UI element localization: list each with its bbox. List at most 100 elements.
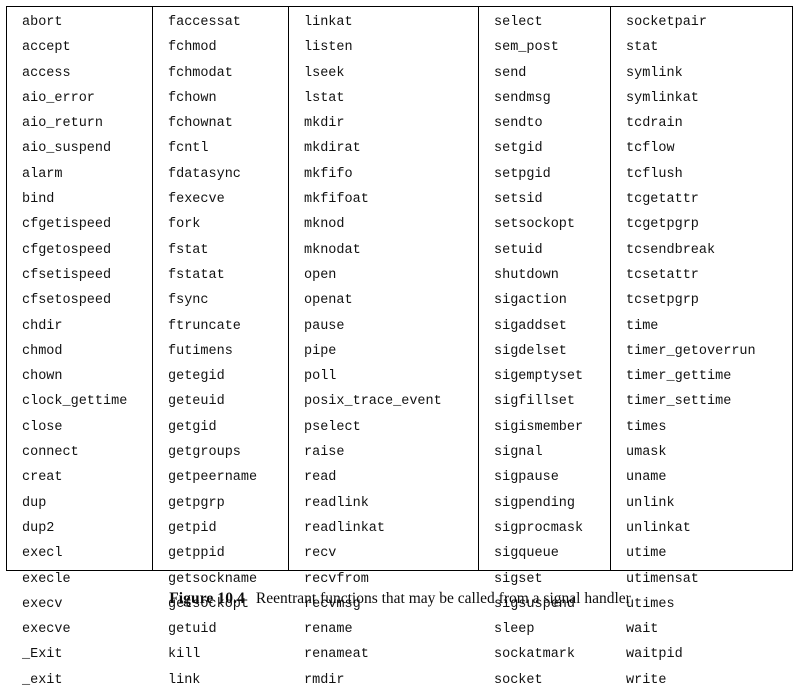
- function-name-cell: cfgetispeed: [22, 217, 112, 233]
- function-name-cell: fchown: [168, 90, 217, 106]
- function-name-cell: getppid: [168, 546, 225, 562]
- function-name-cell: signal: [494, 445, 543, 461]
- function-name-cell: openat: [304, 293, 353, 309]
- function-name-cell: lstat: [304, 90, 345, 106]
- function-name-cell: sigaction: [494, 293, 567, 309]
- figure-container: abort accept access aio_error aio_return aio_…: [0, 0, 800, 688]
- function-name-cell: pause: [304, 318, 345, 334]
- function-name-cell: cfsetispeed: [22, 267, 112, 283]
- function-name-cell: sigaddset: [494, 318, 567, 334]
- figure-caption: Figure 10.4 Reentrant functions that may …: [0, 590, 800, 608]
- function-name-cell: tcsetpgrp: [626, 293, 699, 309]
- function-name-cell: setsockopt: [494, 217, 576, 233]
- function-name-cell: open: [304, 267, 337, 283]
- function-name-cell: setgid: [494, 141, 543, 157]
- function-name-cell: _exit: [22, 672, 63, 688]
- function-name-cell: timer_settime: [626, 394, 732, 410]
- function-name-cell: symlinkat: [626, 90, 699, 106]
- function-name-cell: sockatmark: [494, 647, 576, 663]
- function-name-cell: timer_getoverrun: [626, 343, 756, 359]
- function-name-cell: read: [304, 470, 337, 486]
- function-name-cell: ftruncate: [168, 318, 241, 334]
- function-name-cell: abort: [22, 15, 63, 30]
- function-name-cell: unlink: [626, 495, 675, 511]
- function-name-cell: rmdir: [304, 672, 345, 688]
- function-name-cell: readlink: [304, 495, 369, 511]
- function-name-cell: mkfifo: [304, 166, 353, 182]
- function-name-cell: chdir: [22, 318, 63, 334]
- function-name-cell: aio_return: [22, 116, 104, 132]
- function-name-cell: geteuid: [168, 394, 225, 410]
- function-name-cell: sendto: [494, 116, 543, 132]
- function-name-cell: tcsendbreak: [626, 242, 716, 258]
- function-name-cell: getgid: [168, 419, 217, 435]
- function-name-cell: tcsetattr: [626, 267, 699, 283]
- function-column-3: select sem_post send sendmsg sendto setgid set…: [479, 7, 611, 688]
- function-name-cell: dup: [22, 495, 47, 511]
- function-name-cell: sigdelset: [494, 343, 567, 359]
- function-name-cell: fstatat: [168, 267, 225, 283]
- function-name-cell: fchownat: [168, 116, 233, 132]
- function-name-cell: execl: [22, 546, 63, 562]
- function-name-cell: faccessat: [168, 15, 241, 30]
- function-name-cell: listen: [304, 40, 353, 56]
- function-name-cell: waitpid: [626, 647, 683, 663]
- function-name-cell: sigset: [494, 571, 543, 587]
- function-name-cell: clock_gettime: [22, 394, 128, 410]
- function-name-cell: timer_gettime: [626, 369, 732, 385]
- function-name-cell: fdatasync: [168, 166, 241, 182]
- function-name-cell: getsockname: [168, 571, 258, 587]
- function-name-cell: utimensat: [626, 571, 699, 587]
- function-name-cell: kill: [168, 647, 201, 663]
- function-name-cell: recvfrom: [304, 571, 369, 587]
- function-name-cell: sigfillset: [494, 394, 576, 410]
- function-name-cell: lseek: [304, 65, 345, 81]
- function-name-cell: fchmodat: [168, 65, 233, 81]
- function-name-cell: sigprocmask: [494, 520, 584, 536]
- function-name-cell: time: [626, 318, 659, 334]
- function-name-cell: connect: [22, 445, 79, 461]
- function-name-cell: accept: [22, 40, 71, 56]
- function-name-cell: chmod: [22, 343, 63, 359]
- function-column-4: socketpair stat symlink symlinkat tcdrain tcf…: [611, 7, 792, 688]
- function-name-cell: shutdown: [494, 267, 559, 283]
- function-name-cell: umask: [626, 445, 667, 461]
- function-name-cell: tcflush: [626, 166, 683, 182]
- function-name-cell: fork: [168, 217, 201, 233]
- function-name-cell: pipe: [304, 343, 337, 359]
- function-name-cell: futimens: [168, 343, 233, 359]
- function-name-cell: fstat: [168, 242, 209, 258]
- function-name-cell: sem_post: [494, 40, 559, 56]
- function-name-cell: fcntl: [168, 141, 209, 157]
- function-name-cell: pselect: [304, 419, 361, 435]
- function-name-cell: tcdrain: [626, 116, 683, 132]
- function-name-cell: getpeername: [168, 470, 258, 486]
- function-name-cell: sigemptyset: [494, 369, 584, 385]
- function-column-1: faccessat fchmod fchmodat fchown fchownat fcn…: [153, 7, 289, 688]
- function-name-cell: dup2: [22, 520, 55, 536]
- function-name-cell: sigpending: [494, 495, 576, 511]
- function-name-cell: raise: [304, 445, 345, 461]
- function-name-cell: unlinkat: [626, 520, 691, 536]
- function-name-cell: socketpair: [626, 15, 708, 30]
- function-name-cell: recv: [304, 546, 337, 562]
- function-name-cell: select: [494, 15, 543, 30]
- reentrant-functions-table: abort accept access aio_error aio_return aio_…: [6, 6, 793, 688]
- function-name-cell: alarm: [22, 166, 63, 182]
- function-name-cell: getpgrp: [168, 495, 225, 511]
- function-name-cell: bind: [22, 192, 55, 208]
- function-name-cell: socket: [494, 672, 543, 688]
- function-name-cell: write: [626, 672, 667, 688]
- figure-caption-text: Reentrant functions that may be called f…: [255, 590, 631, 607]
- function-column-0: abort accept access aio_error aio_return aio_…: [7, 7, 153, 688]
- function-name-cell: cfgetospeed: [22, 242, 112, 258]
- function-name-cell: fsync: [168, 293, 209, 309]
- function-name-cell: aio_suspend: [22, 141, 112, 157]
- function-column-2: linkat listen lseek lstat mkdir mkdirat mkfifo…: [289, 7, 479, 688]
- function-name-cell: link: [168, 672, 201, 688]
- function-name-cell: poll: [304, 369, 337, 385]
- function-name-cell: linkat: [304, 15, 353, 30]
- function-name-cell: sigismember: [494, 419, 584, 435]
- function-name-cell: times: [626, 419, 667, 435]
- function-name-cell: getpid: [168, 520, 217, 536]
